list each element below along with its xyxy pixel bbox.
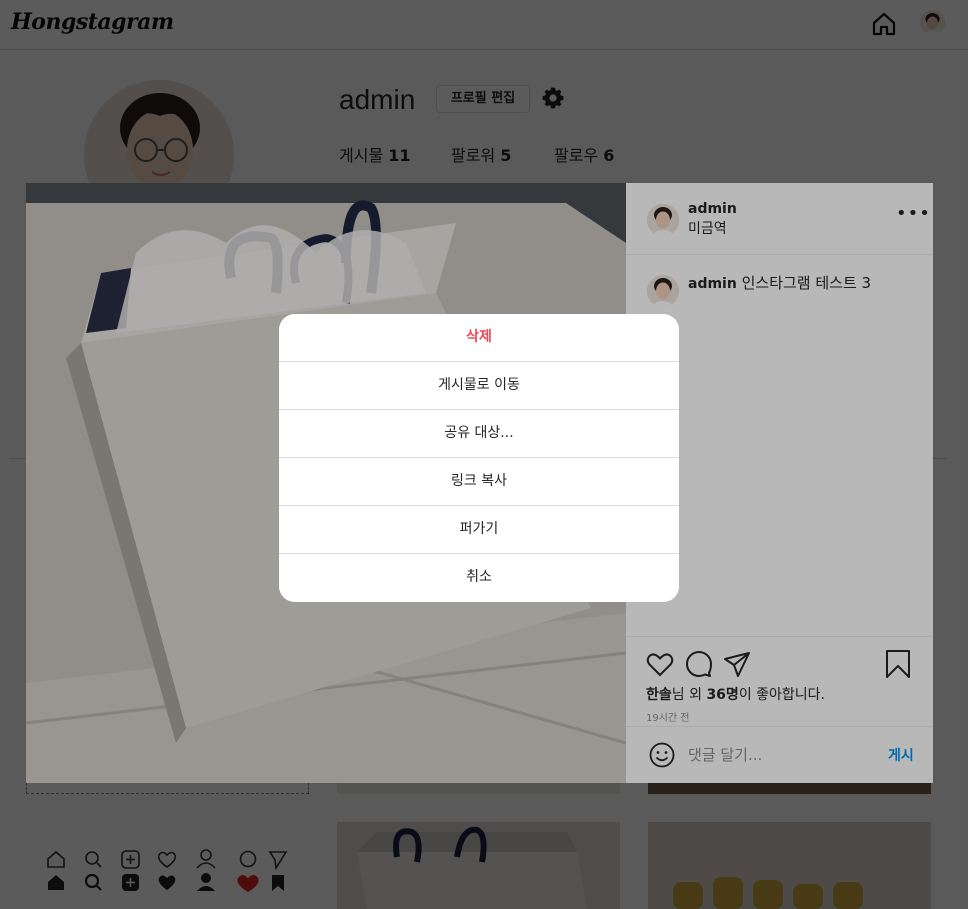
cancel-button[interactable]: 취소 [279,554,679,602]
delete-button[interactable]: 삭제 [279,314,679,362]
copy-link-button[interactable]: 링크 복사 [279,458,679,506]
go-to-post-button[interactable]: 게시물로 이동 [279,362,679,410]
options-dialog: 삭제 게시물로 이동 공유 대상... 링크 복사 퍼가기 취소 [279,314,679,602]
share-to-button[interactable]: 공유 대상... [279,410,679,458]
embed-button[interactable]: 퍼가기 [279,506,679,554]
